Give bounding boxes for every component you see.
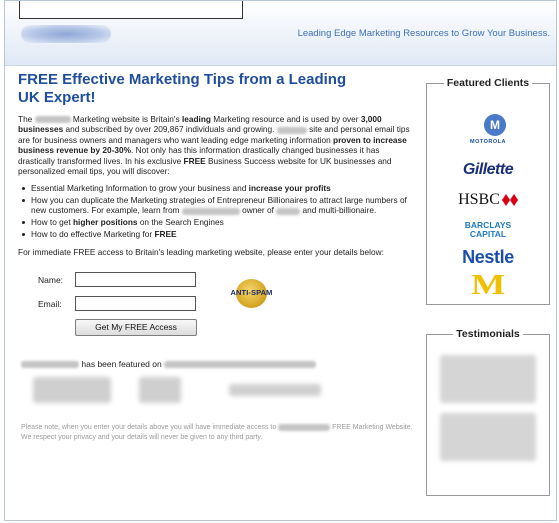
name-field[interactable] (75, 272, 196, 287)
list-item: How to get higher positions on the Searc… (18, 217, 418, 227)
page-title: FREE Effective Marketing Tips from a Lea… (18, 71, 347, 106)
hsbc-logo: HSBC (427, 191, 549, 209)
nestle-logo: Nestle (462, 247, 514, 267)
press-logo (139, 377, 181, 403)
testimonial-text (440, 413, 536, 461)
header-divider (5, 65, 556, 66)
list-item: Essential Marketing Information to grow … (18, 183, 418, 193)
site-logo[interactable] (21, 25, 111, 43)
redacted-name (276, 207, 301, 215)
mcdonalds-logo: M (470, 270, 506, 301)
testimonials-box: Testimonials (426, 328, 550, 496)
press-logo (229, 384, 321, 396)
access-instructions: For immediate FREE access to Britain's l… (18, 247, 384, 258)
testimonials-title: Testimonials (427, 328, 549, 340)
privacy-note: Please note, when you enter your details… (21, 423, 413, 441)
redacted-name (276, 126, 307, 134)
signup-form: Name: Email: Get My FREE Access ANTI-SPA… (18, 272, 418, 342)
page-frame: Leading Edge Marketing Resources to Grow… (4, 0, 557, 521)
intro-paragraph: The Marketing website is Britain's leadi… (18, 114, 410, 177)
header: Leading Edge Marketing Resources to Grow… (5, 1, 556, 65)
barclays-capital-logo: BARCLAYS CAPITAL (464, 220, 512, 239)
testimonial-text (440, 355, 536, 403)
header-search-box[interactable] (19, 1, 243, 19)
redacted-name (34, 116, 71, 124)
main-content: FREE Effective Marketing Tips from a Lea… (18, 71, 418, 257)
anti-spam-label: ANTI-SPAM (230, 288, 273, 297)
email-label: Email: (38, 299, 62, 309)
press-logos (19, 377, 349, 403)
email-field[interactable] (75, 296, 196, 311)
benefits-list: Essential Marketing Information to grow … (18, 183, 418, 239)
motorola-logo: M MOTOROLA (427, 114, 549, 150)
header-tagline: Leading Edge Marketing Resources to Grow… (297, 28, 550, 39)
list-item: How you can duplicate the Marketing stra… (18, 195, 418, 216)
featured-on-line: has been featured on (21, 359, 317, 369)
redacted-name (181, 207, 240, 215)
featured-clients-title: Featured Clients (427, 77, 549, 89)
get-free-access-button[interactable]: Get My FREE Access (75, 319, 197, 336)
list-item: How to do effective Marketing for FREE (18, 229, 418, 239)
hexagon-icon (501, 194, 518, 206)
redacted-name (21, 361, 79, 369)
gillette-logo: Gillette (462, 161, 514, 178)
name-label: Name: (38, 275, 64, 285)
redacted-name (278, 423, 331, 431)
featured-clients-box: Featured Clients M MOTOROLA Gillette HSB… (426, 77, 550, 305)
anti-spam-badge: ANTI-SPAM (223, 279, 280, 308)
motorola-icon: M (484, 114, 506, 136)
redacted-media-names (164, 361, 317, 369)
press-logo (33, 377, 111, 403)
